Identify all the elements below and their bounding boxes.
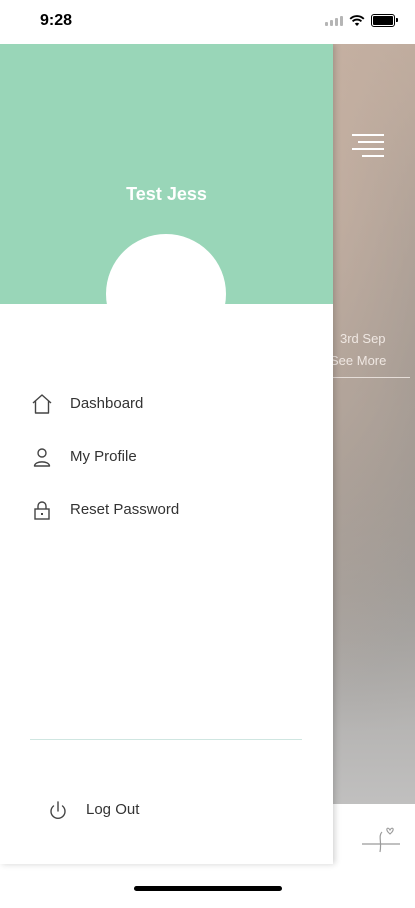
logout-button[interactable]: Log Out: [46, 799, 246, 827]
home-icon: [32, 394, 52, 414]
drawer-divider: [30, 739, 302, 740]
power-icon: [50, 801, 66, 820]
navigation-drawer: Test Jess Dashboard My Profile Reset Pas…: [0, 44, 333, 864]
avatar[interactable]: [106, 234, 226, 354]
menu-item-my-profile[interactable]: My Profile: [30, 445, 290, 473]
battery-icon: [371, 14, 398, 27]
logout-label: Log Out: [86, 801, 140, 818]
menu-item-label: My Profile: [70, 448, 137, 465]
user-name: Test Jess: [126, 184, 207, 204]
event-date: 3rd Sep: [340, 331, 386, 346]
status-time: 9:28: [40, 12, 73, 29]
divider: [330, 377, 410, 378]
user-icon: [33, 448, 51, 467]
wifi-icon: [349, 14, 365, 26]
hamburger-menu-icon[interactable]: [352, 134, 384, 162]
lock-icon: [34, 501, 50, 520]
brand-logo-icon: [362, 827, 400, 853]
status-bar: 9:28: [0, 0, 415, 44]
menu-item-label: Reset Password: [70, 501, 180, 518]
status-icons: [325, 14, 398, 27]
menu-item-label: Dashboard: [70, 395, 144, 412]
see-more-link[interactable]: See More: [330, 353, 386, 368]
menu-item-reset-password[interactable]: Reset Password: [30, 498, 290, 526]
cellular-signal-icon: [325, 15, 343, 26]
menu-item-dashboard[interactable]: Dashboard: [30, 392, 290, 420]
home-indicator[interactable]: [134, 886, 282, 891]
